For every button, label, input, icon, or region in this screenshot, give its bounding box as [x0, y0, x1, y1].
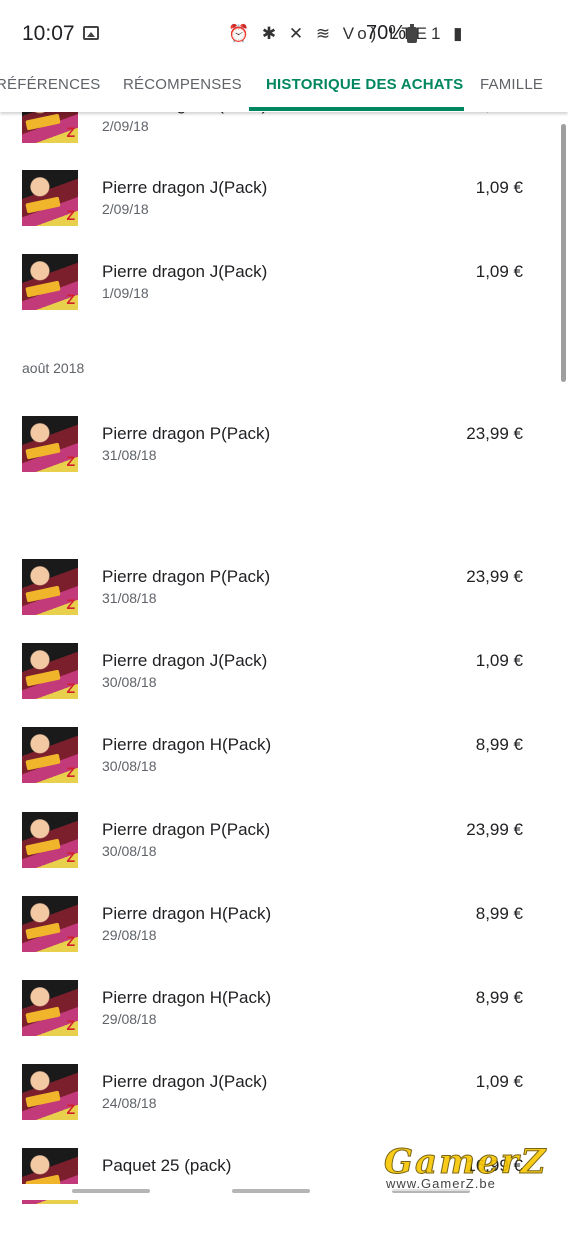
- dragon-ball-game-icon: [22, 812, 78, 868]
- purchase-date: 29/08/18: [102, 927, 157, 943]
- purchase-item[interactable]: Pierre dragon J(Pack) 1/09/18 1,09 €: [0, 254, 568, 342]
- purchase-title: Pierre dragon H(Pack): [102, 988, 272, 1007]
- dragon-ball-game-icon: [22, 1064, 78, 1120]
- purchase-history-list: Pierre dragon J(Pack) 2/09/18 1,09 € Pie…: [0, 0, 568, 1204]
- watermark-url: www.GamerZ.be: [386, 1176, 496, 1191]
- tab-family[interactable]: FAMILLE: [480, 76, 543, 93]
- purchase-date: 2/09/18: [102, 201, 149, 217]
- purchase-item[interactable]: Pierre dragon H(Pack) 30/08/18 8,99 €: [0, 727, 568, 815]
- purchase-price: 8,99 €: [475, 988, 523, 1007]
- battery-percentage: 70%: [366, 22, 407, 44]
- purchase-title: Paquet 25 (pack): [102, 1156, 232, 1175]
- purchase-price: 23,99 €: [466, 424, 523, 443]
- purchase-title: Pierre dragon H(Pack): [102, 904, 272, 923]
- purchase-title: Pierre dragon P(Pack): [102, 424, 271, 443]
- dragon-ball-game-icon: [22, 170, 78, 226]
- nav-home-gesture-handle[interactable]: [232, 1189, 310, 1193]
- purchase-item[interactable]: Pierre dragon J(Pack) 24/08/18 1,09 €: [0, 1064, 568, 1152]
- purchase-price: 1,09 €: [475, 178, 523, 197]
- battery-icon: [407, 24, 417, 43]
- purchase-title: Pierre dragon J(Pack): [102, 651, 268, 670]
- clock: 10:07: [22, 22, 75, 45]
- purchase-title: Pierre dragon J(Pack): [102, 1072, 268, 1091]
- purchase-price: 23,99 €: [466, 820, 523, 839]
- tab-preferences[interactable]: RÉFÉRENCES: [0, 76, 101, 93]
- nav-back-gesture-handle[interactable]: [72, 1189, 150, 1193]
- month-section-header: août 2018: [22, 360, 85, 376]
- dragon-ball-game-icon: [22, 643, 78, 699]
- purchase-title: Pierre dragon P(Pack): [102, 567, 271, 586]
- purchase-date: 1/09/18: [102, 285, 149, 301]
- dragon-ball-game-icon: [22, 727, 78, 783]
- purchase-title: Pierre dragon P(Pack): [102, 820, 271, 839]
- tab-rewards[interactable]: RÉCOMPENSES: [123, 76, 242, 93]
- purchase-title: Pierre dragon J(Pack): [102, 262, 268, 281]
- purchase-item[interactable]: Pierre dragon J(Pack) 2/09/18 1,09 €: [0, 170, 568, 258]
- purchase-price: 23,99 €: [466, 567, 523, 586]
- purchase-price: 1,09 €: [475, 651, 523, 670]
- dragon-ball-game-icon: [22, 416, 78, 472]
- purchase-price: 8,99 €: [475, 904, 523, 923]
- active-tab-indicator: [249, 107, 464, 111]
- purchase-item[interactable]: Pierre dragon H(Pack) 29/08/18 8,99 €: [0, 980, 568, 1068]
- purchase-date: 30/08/18: [102, 674, 157, 690]
- purchase-price: 1,09 €: [475, 262, 523, 281]
- purchase-price: 8,99 €: [475, 735, 523, 754]
- purchase-item[interactable]: Pierre dragon P(Pack) 31/08/18 23,99 €: [0, 559, 568, 647]
- tab-purchase-history[interactable]: HISTORIQUE DES ACHATS: [266, 76, 463, 93]
- dragon-ball-game-icon: [22, 559, 78, 615]
- account-tabs: RÉFÉRENCES RÉCOMPENSES HISTORIQUE DES AC…: [0, 66, 568, 112]
- dragon-ball-game-icon: [22, 896, 78, 952]
- purchase-date: 2/09/18: [102, 118, 149, 134]
- status-bar: 10:07 ⏰ ✱ ✕ ≋ Vo) LTE1 ▮ 70%: [0, 0, 568, 66]
- purchase-item[interactable]: Pierre dragon J(Pack) 30/08/18 1,09 €: [0, 643, 568, 731]
- scrollbar[interactable]: [561, 124, 566, 382]
- purchase-item[interactable]: Pierre dragon P(Pack) 30/08/18 23,99 €: [0, 812, 568, 900]
- purchase-date: 24/08/18: [102, 1095, 157, 1111]
- dragon-ball-game-icon: [22, 980, 78, 1036]
- image-notification-icon: [83, 26, 99, 40]
- purchase-date: 30/08/18: [102, 843, 157, 859]
- purchase-price: 1,09 €: [475, 1072, 523, 1091]
- purchase-item[interactable]: Pierre dragon H(Pack) 29/08/18 8,99 €: [0, 896, 568, 984]
- purchase-date: 31/08/18: [102, 590, 157, 606]
- purchase-date: 30/08/18: [102, 758, 157, 774]
- purchase-item[interactable]: Pierre dragon P(Pack) 31/08/18 23,99 €: [0, 416, 568, 504]
- purchase-title: Pierre dragon J(Pack): [102, 178, 268, 197]
- purchase-title: Pierre dragon H(Pack): [102, 735, 272, 754]
- purchase-date: 29/08/18: [102, 1011, 157, 1027]
- purchase-date: 31/08/18: [102, 447, 157, 463]
- status-indicators-icon: ⏰ ✱ ✕ ≋ Vo) LTE1 ▮: [228, 24, 467, 43]
- dragon-ball-game-icon: [22, 254, 78, 310]
